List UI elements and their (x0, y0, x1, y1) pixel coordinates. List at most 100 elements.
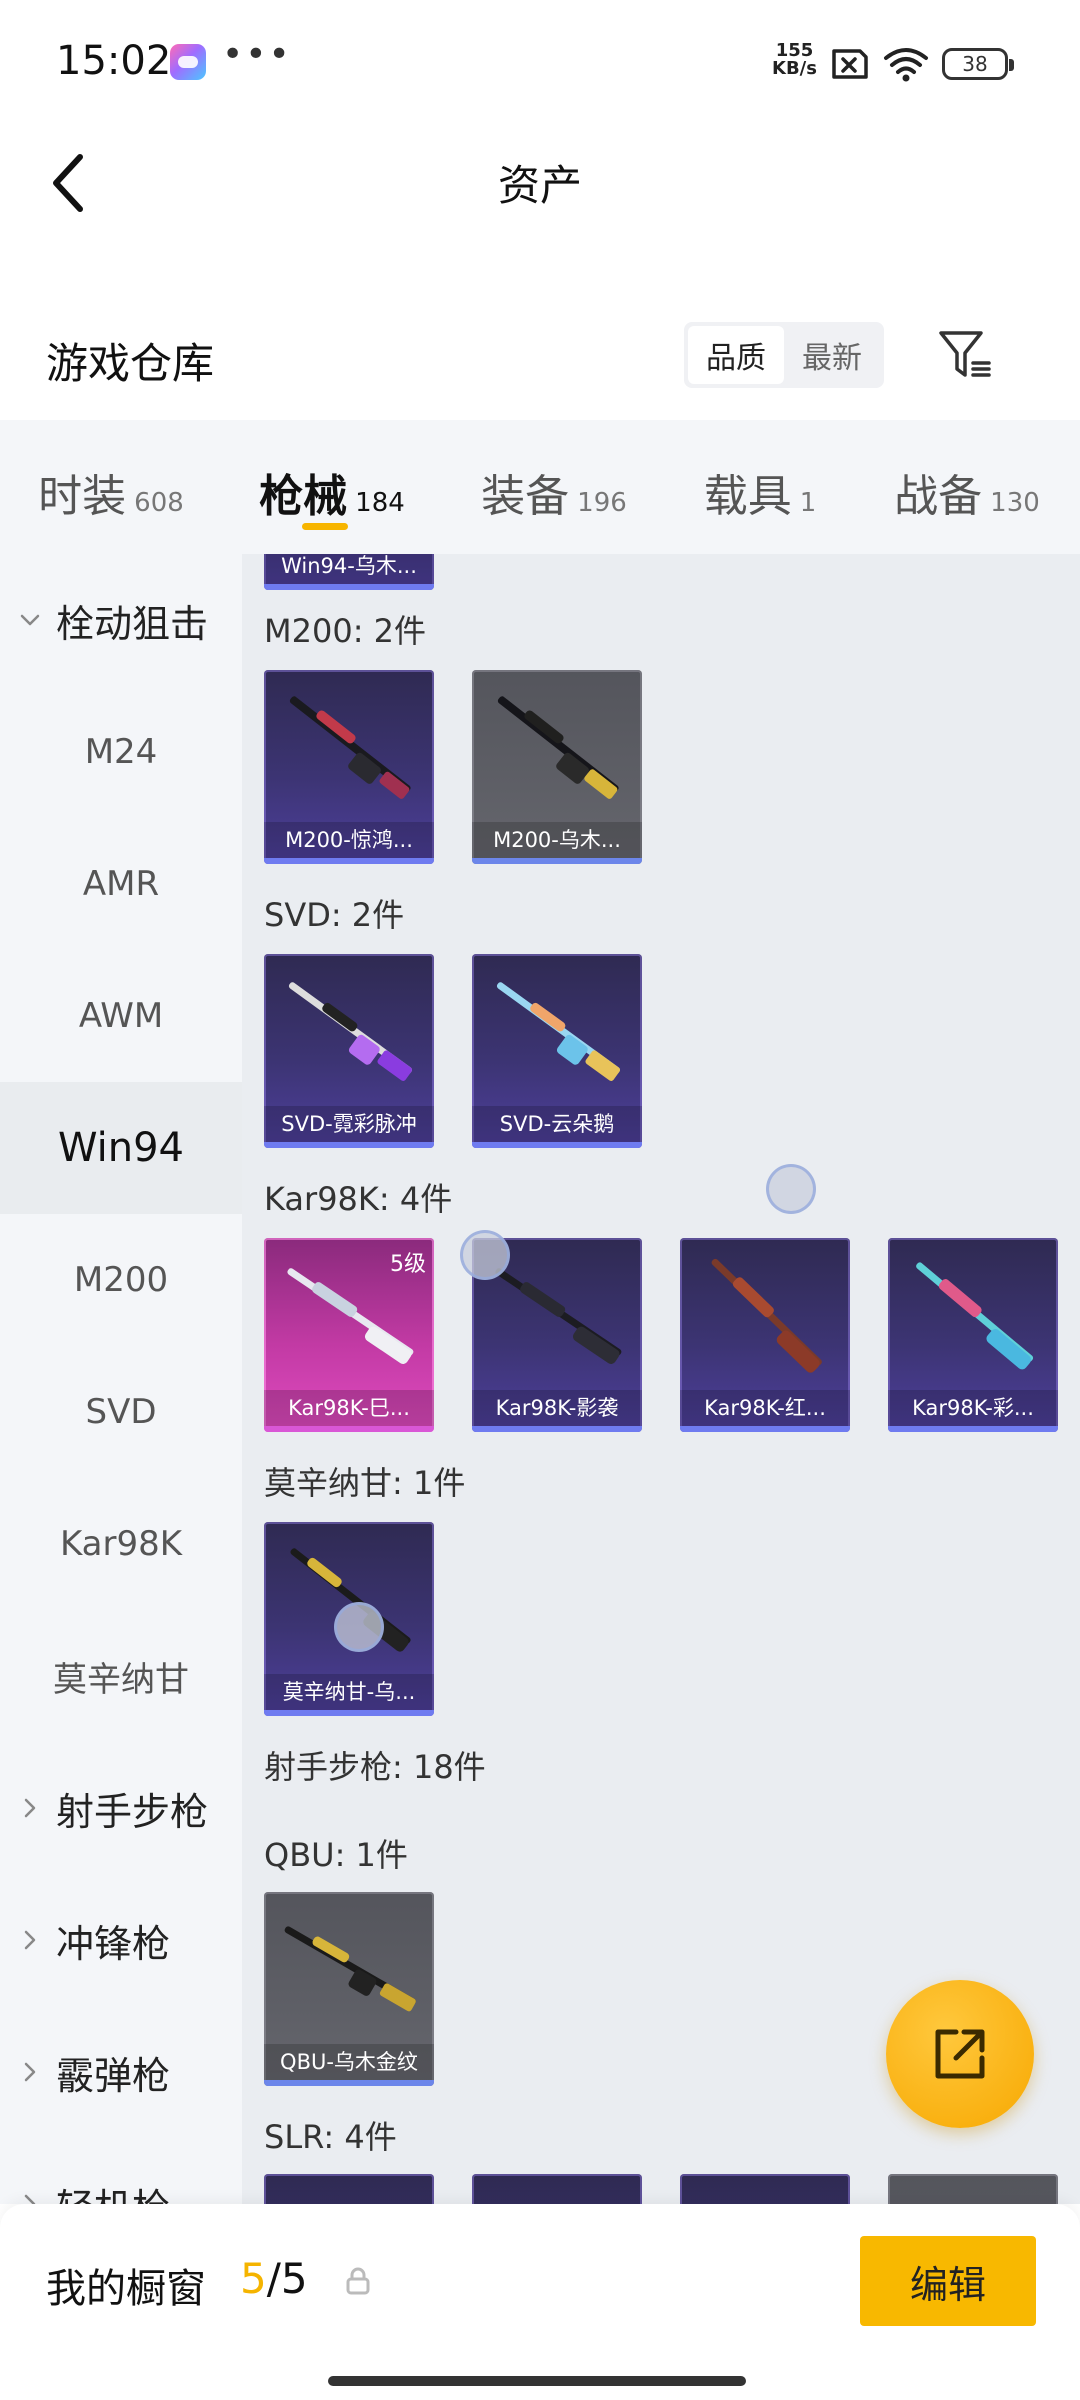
sidebar-group-bolt-action[interactable]: 栓动狙击 (0, 554, 242, 686)
card-label: Kar98K-彩... (888, 1390, 1058, 1426)
rarity-bar (472, 858, 642, 864)
showcase-count: 5/5 (240, 2254, 308, 2303)
sidebar-item-label: AWM (78, 996, 164, 1036)
share-button[interactable] (886, 1980, 1034, 2128)
share-icon (935, 2029, 985, 2079)
network-speed: 155 KB/s (772, 42, 817, 78)
rifle-image (496, 982, 621, 1081)
showcase-total: 5 (280, 2254, 308, 2303)
weapon-card[interactable]: QBU-乌木金纹 (264, 1892, 434, 2086)
group-title-marksman: 射手步枪: 18件 (264, 1748, 486, 1786)
weapon-card[interactable] (264, 2174, 434, 2204)
edit-button[interactable]: 编辑 (860, 2236, 1036, 2326)
sim-disabled-icon (832, 49, 868, 79)
sort-toggle: 品质 最新 (684, 322, 884, 388)
sidebar-item-label: M24 (84, 732, 158, 772)
sidebar-item-m24[interactable]: M24 (0, 686, 242, 818)
weapon-card[interactable]: M200-乌木... (472, 670, 642, 864)
card-label: SVD-霓彩脉冲 (264, 1106, 434, 1142)
weapon-card[interactable]: Kar98K-彩... (888, 1238, 1058, 1432)
weapon-content: Win94-乌木... M200: 2件 M200-惊鸿... M200-乌木.… (242, 554, 1080, 2204)
section-title: 游戏仓库 (46, 339, 215, 388)
sidebar-item-amr[interactable]: AMR (0, 818, 242, 950)
tab-equipment[interactable]: 装备 196 (442, 420, 666, 554)
tab-count: 608 (134, 488, 184, 518)
rarity-bar (264, 2080, 434, 2086)
weapon-sidebar: 栓动狙击 M24 AMR AWM Win94 M200 SVD Kar98K 莫… (0, 554, 242, 2204)
sort-by-quality[interactable]: 品质 (688, 326, 784, 384)
weapon-card[interactable] (472, 2174, 642, 2204)
rarity-bar (472, 1142, 642, 1148)
sidebar-item-label: 栓动狙击 (56, 601, 209, 646)
group-title-kar98k: Kar98K: 4件 (264, 1180, 453, 1218)
active-tab-indicator (302, 523, 348, 530)
warehouse-header: 游戏仓库 品质 最新 (0, 300, 1080, 410)
group-title-qbu: QBU: 1件 (264, 1836, 408, 1874)
chevron-right-icon (24, 1930, 36, 1950)
tab-skins[interactable]: 时装 608 (0, 420, 222, 554)
weapon-card[interactable]: SVD-云朵鹅 (472, 954, 642, 1148)
sidebar-item-label: 冲锋枪 (56, 1921, 171, 1966)
card-label: Kar98K-红... (680, 1390, 850, 1426)
sidebar-group-marksman[interactable]: 射手步枪 (0, 1742, 242, 1874)
group-title-slr: SLR: 4件 (264, 2118, 397, 2156)
touch-indicator (766, 1164, 816, 1214)
header: 资产 (0, 130, 1080, 240)
level-badge: 5级 (390, 1252, 426, 1277)
sidebar-item-svd[interactable]: SVD (0, 1346, 242, 1478)
home-indicator[interactable] (328, 2376, 746, 2386)
sidebar-item-win94[interactable]: Win94 (0, 1082, 242, 1214)
sidebar-group-shotgun[interactable]: 霰弹枪 (0, 2006, 242, 2138)
card-label: M200-惊鸿... (264, 822, 434, 858)
tab-label: 装备 (481, 471, 570, 522)
rarity-bar (264, 1710, 434, 1716)
chevron-down-icon (20, 614, 40, 626)
tab-label: 战备 (894, 471, 983, 522)
sidebar-item-label: 射手步枪 (56, 1789, 209, 1834)
category-tabs: 时装 608 枪械 184 装备 196 载具 1 战备 130 (0, 420, 1080, 554)
weapon-card[interactable]: SVD-霓彩脉冲 (264, 954, 434, 1148)
rarity-bar (264, 584, 434, 590)
sidebar-group-smg[interactable]: 冲锋枪 (0, 1874, 242, 2006)
filter-button[interactable] (930, 322, 1000, 388)
network-speed-unit: KB/s (772, 58, 817, 79)
more-notifications-icon: ••• (222, 34, 292, 75)
sort-by-newest[interactable]: 最新 (784, 326, 880, 384)
rifle-image (290, 1548, 411, 1652)
sidebar-item-m200[interactable]: M200 (0, 1214, 242, 1346)
sidebar-item-label: AMR (82, 864, 160, 904)
battery-icon: 38 (942, 48, 1014, 80)
tab-label: 时装 (38, 471, 127, 522)
sidebar-item-kar98k[interactable]: Kar98K (0, 1478, 242, 1610)
card-label: Kar98K-影袭 (472, 1390, 642, 1426)
wifi-icon (884, 48, 928, 82)
tab-label: 载具 (703, 471, 792, 522)
rifle-image (711, 1258, 822, 1373)
group-title-svd: SVD: 2件 (264, 896, 405, 934)
page-title: 资产 (497, 161, 582, 210)
weapon-card[interactable] (680, 2174, 850, 2204)
rifle-image (284, 1926, 416, 2012)
weapon-card[interactable]: Kar98K-红... (680, 1238, 850, 1432)
weapon-card[interactable] (888, 2174, 1058, 2204)
rarity-bar (680, 1426, 850, 1432)
sidebar-item-label: 轻机枪 (56, 2177, 170, 2205)
rarity-bar (888, 1426, 1058, 1432)
sidebar-item-label: 莫辛纳甘 (53, 1659, 189, 1700)
sidebar-item-mosin[interactable]: 莫辛纳甘 (0, 1610, 242, 1742)
weapon-card[interactable]: 5级 Kar98K-巳... (264, 1238, 434, 1432)
tab-vehicles[interactable]: 载具 1 (666, 420, 854, 554)
sidebar-group-lmg[interactable]: 轻机枪 (0, 2138, 242, 2204)
sidebar-item-label: M200 (73, 1260, 169, 1300)
tab-battle-supplies[interactable]: 战备 130 (854, 420, 1080, 554)
sidebar-item-awm[interactable]: AWM (0, 950, 242, 1082)
rarity-bar (264, 858, 434, 864)
rifle-image (497, 696, 619, 799)
filter-icon (939, 331, 991, 377)
weapon-card[interactable]: Win94-乌木... (264, 554, 434, 590)
tab-count: 130 (990, 488, 1040, 518)
tab-firearms[interactable]: 枪械 184 (222, 420, 442, 554)
group-title-m200: M200: 2件 (264, 612, 427, 650)
rarity-bar (264, 1426, 434, 1432)
weapon-card[interactable]: M200-惊鸿... (264, 670, 434, 864)
